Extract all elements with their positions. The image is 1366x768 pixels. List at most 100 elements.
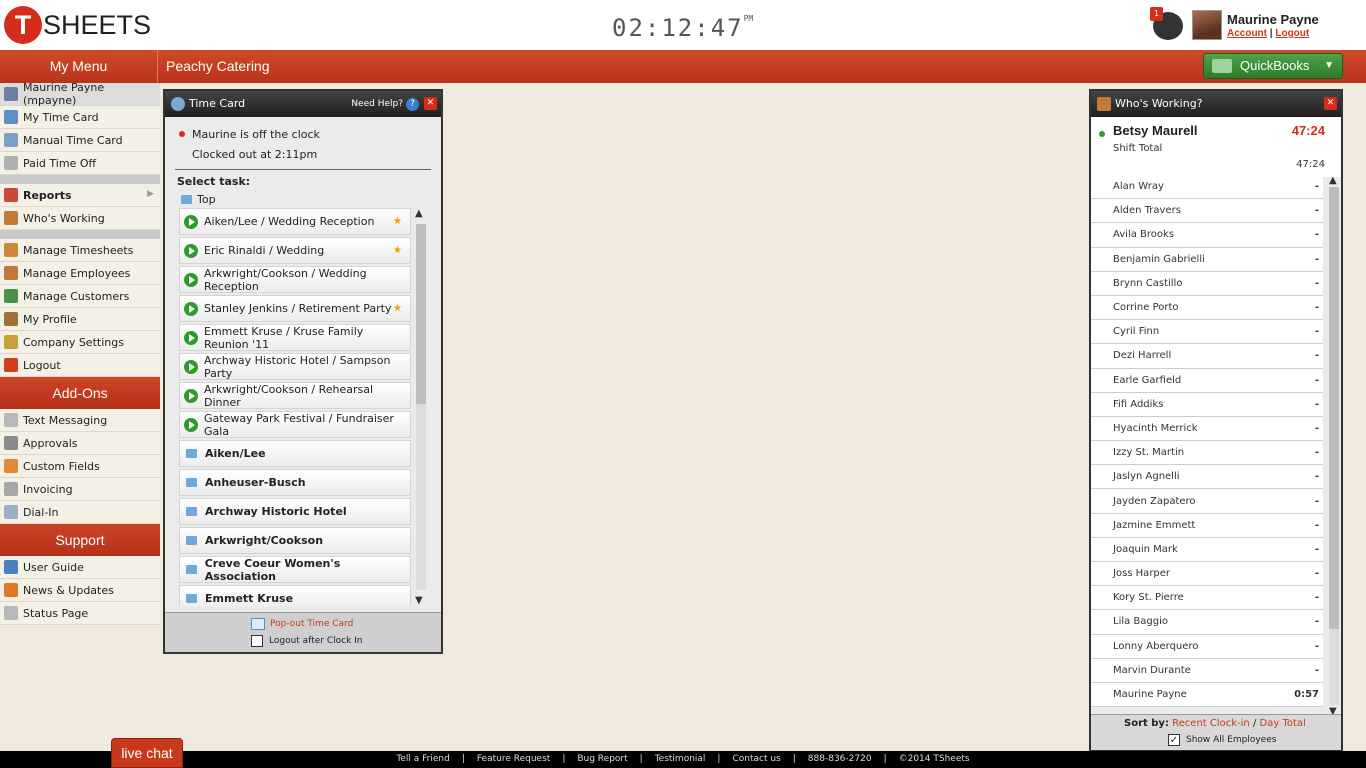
customer-folder-item[interactable]: Arkwright/Cookson <box>179 527 411 554</box>
employee-row[interactable]: Cyril Finn - <box>1091 320 1323 345</box>
sidebar-item-reports[interactable]: Reports ▶ <box>0 184 160 207</box>
my-menu-button[interactable]: My Menu <box>0 50 158 83</box>
sidebar-item-text-messaging[interactable]: Text Messaging <box>0 409 160 432</box>
job-task-item[interactable]: Arkwright/Cookson / Wedding Reception <box>179 266 411 293</box>
task-list: Aiken/Lee / Wedding Reception ★ Eric Rinal… <box>179 208 411 606</box>
employee-row[interactable]: Joaquin Mark - <box>1091 537 1323 562</box>
sidebar-item-custom-fields[interactable]: Custom Fields <box>0 455 160 478</box>
footer-link[interactable]: Bug Report <box>577 754 627 764</box>
show-all-checkbox[interactable]: ✓ <box>1168 734 1180 746</box>
employee-row[interactable]: Lonny Aberquero - <box>1091 634 1323 659</box>
scroll-up-icon[interactable]: ▲ <box>1329 175 1337 186</box>
sidebar-item-manage-timesheets[interactable]: Manage Timesheets <box>0 239 160 262</box>
need-help-link[interactable]: Need Help? <box>351 91 403 117</box>
footer-link[interactable]: 888-836-2720 <box>808 754 872 764</box>
popout-time-card-link[interactable]: Pop-out Time Card <box>251 618 353 630</box>
sidebar-item-news-updates[interactable]: News & Updates <box>0 579 160 602</box>
employee-row[interactable]: Hyacinth Merrick - <box>1091 416 1323 442</box>
job-task-item[interactable]: Aiken/Lee / Wedding Reception ★ <box>179 208 411 235</box>
sidebar-item-status-page[interactable]: Status Page <box>0 602 160 625</box>
employee-row[interactable]: Brynn Castillo - <box>1091 271 1323 296</box>
employees-icon <box>4 266 18 280</box>
employee-row[interactable]: Marvin Durante - <box>1091 658 1323 683</box>
sidebar-item-maurine-payne-mpayne[interactable]: Maurine Payne (mpayne) <box>0 81 160 107</box>
sidebar-item-approvals[interactable]: Approvals <box>0 432 160 455</box>
notification-badge[interactable]: 1 <box>1150 7 1163 21</box>
employee-row[interactable]: Fifi Addiks - <box>1091 392 1323 417</box>
job-task-item[interactable]: Arkwright/Cookson / Rehearsal Dinner <box>179 382 411 409</box>
live-chat-button[interactable]: live chat <box>111 738 183 768</box>
help-icon[interactable]: ? <box>406 98 419 111</box>
employee-row[interactable]: Lila Baggio - <box>1091 610 1323 635</box>
star-icon[interactable]: ★ <box>393 303 402 314</box>
job-task-item[interactable]: Eric Rinaldi / Wedding ★ <box>179 237 411 264</box>
tsheets-logo[interactable]: T SHEETS <box>4 6 151 44</box>
task-breadcrumb-top[interactable]: Top <box>165 188 441 206</box>
star-icon[interactable]: ★ <box>393 216 402 227</box>
chevron-right-icon: ▶ <box>147 189 154 199</box>
customer-folder-item[interactable]: Creve Coeur Women's Association <box>179 556 411 583</box>
logout-checkbox[interactable] <box>251 635 263 647</box>
employee-row[interactable]: Alan Wray - <box>1091 175 1323 200</box>
job-task-item[interactable]: Gateway Park Festival / Fundraiser Gala <box>179 411 411 438</box>
sidebar-item-my-time-card[interactable]: My Time Card <box>0 106 160 129</box>
footer-link[interactable]: Tell a Friend <box>396 754 449 764</box>
employee-row[interactable]: Kory St. Pierre - <box>1091 586 1323 611</box>
employee-scrollbar[interactable]: ▲ ▼ <box>1327 175 1341 717</box>
employee-row[interactable]: Corrine Porto - <box>1091 295 1323 321</box>
sidebar-item-invoicing[interactable]: Invoicing <box>0 478 160 501</box>
scroll-thumb[interactable] <box>1329 187 1339 629</box>
employee-row[interactable]: Maurine Payne 0:57 <box>1091 682 1323 708</box>
sidebar-item-manage-employees[interactable]: Manage Employees <box>0 262 160 285</box>
scroll-down-icon[interactable]: ▼ <box>415 595 423 606</box>
employee-row[interactable]: Jayden Zapatero - <box>1091 489 1323 514</box>
customer-folder-item[interactable]: Anheuser-Busch <box>179 469 411 496</box>
user-links: Account | Logout <box>1227 28 1310 39</box>
task-scrollbar[interactable]: ▲ ▼ <box>413 208 428 606</box>
sidebar-item-manage-customers[interactable]: Manage Customers <box>0 285 160 308</box>
job-task-item[interactable]: Archway Historic Hotel / Sampson Party <box>179 353 411 380</box>
task-label: Anheuser-Busch <box>205 476 306 489</box>
scroll-thumb[interactable] <box>416 224 426 404</box>
sidebar-item-manual-time-card[interactable]: Manual Time Card <box>0 129 160 152</box>
logout-after-clockin[interactable]: Logout after Clock In <box>251 635 363 647</box>
sidebar-item-logout[interactable]: Logout <box>0 354 160 377</box>
sidebar-item-user-guide[interactable]: User Guide <box>0 556 160 579</box>
employee-row[interactable]: Earle Garfield - <box>1091 368 1323 393</box>
footer-link[interactable]: ©2014 TSheets <box>899 754 970 764</box>
whos-working-panel: Who's Working? ✕ Betsy Maurell 47:24 Shi… <box>1089 89 1343 752</box>
employee-row[interactable]: Benjamin Gabrielli - <box>1091 247 1323 272</box>
job-task-item[interactable]: Emmett Kruse / Kruse Family Reunion '11 <box>179 324 411 351</box>
sidebar-item-who-s-working[interactable]: Who's Working <box>0 207 160 230</box>
sort-recent-link[interactable]: Recent Clock-in <box>1172 718 1250 729</box>
employee-row[interactable]: Alden Travers - <box>1091 199 1323 224</box>
sidebar-item-dial-in[interactable]: Dial-In <box>0 501 160 524</box>
employee-row[interactable]: Jazmine Emmett - <box>1091 513 1323 538</box>
account-link[interactable]: Account <box>1227 28 1267 39</box>
job-task-item[interactable]: Stanley Jenkins / Retirement Party ★ <box>179 295 411 322</box>
logout-link[interactable]: Logout <box>1275 28 1309 39</box>
quickbooks-button[interactable]: QuickBooks ▼ <box>1203 53 1343 79</box>
sidebar-item-my-profile[interactable]: My Profile <box>0 308 160 331</box>
sidebar-item-paid-time-off[interactable]: Paid Time Off <box>0 152 160 175</box>
employee-row[interactable]: Dezi Harrell - <box>1091 344 1323 369</box>
active-employee[interactable]: Betsy Maurell 47:24 Shift Total 47:24 <box>1091 117 1341 177</box>
star-icon[interactable]: ★ <box>393 245 402 256</box>
footer-link[interactable]: Testimonial <box>655 754 706 764</box>
close-icon[interactable]: ✕ <box>424 97 437 110</box>
customer-folder-item[interactable]: Archway Historic Hotel <box>179 498 411 525</box>
customer-folder-item[interactable]: Emmett Kruse <box>179 585 411 606</box>
employee-row[interactable]: Izzy St. Martin - <box>1091 441 1323 466</box>
employee-name: Brynn Castillo <box>1113 277 1183 289</box>
scroll-up-icon[interactable]: ▲ <box>415 208 423 219</box>
footer-link[interactable]: Contact us <box>732 754 780 764</box>
show-all-employees[interactable]: ✓ Show All Employees <box>1168 734 1276 746</box>
sort-day-total-link[interactable]: Day Total <box>1260 718 1306 729</box>
employee-row[interactable]: Jaslyn Agnelli - <box>1091 465 1323 490</box>
employee-row[interactable]: Avila Brooks - <box>1091 223 1323 248</box>
close-icon[interactable]: ✕ <box>1324 97 1337 110</box>
customer-folder-item[interactable]: Aiken/Lee <box>179 440 411 467</box>
employee-row[interactable]: Joss Harper - <box>1091 562 1323 587</box>
footer-link[interactable]: Feature Request <box>477 754 550 764</box>
sidebar-item-company-settings[interactable]: Company Settings <box>0 331 160 354</box>
